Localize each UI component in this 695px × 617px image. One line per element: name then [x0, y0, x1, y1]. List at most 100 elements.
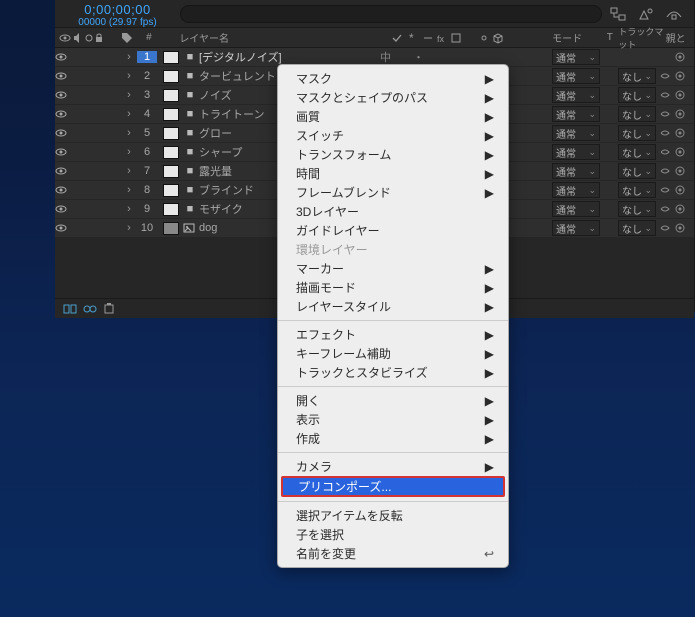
ctx-frame-blend[interactable]: フレームブレンド▶ — [278, 183, 508, 202]
layer-color-swatch[interactable] — [163, 89, 179, 102]
visibility-toggle[interactable] — [55, 70, 69, 82]
layer-name-label[interactable]: [デジタルノイズ] — [197, 49, 380, 65]
layer-color-swatch[interactable] — [163, 203, 179, 216]
ctx-camera[interactable]: カメラ▶ — [278, 457, 508, 476]
visibility-toggle[interactable] — [55, 184, 69, 196]
track-matte-dropdown[interactable]: なし⌄ — [618, 220, 656, 236]
pickwhip-icon[interactable] — [659, 108, 671, 120]
pickwhip-icon[interactable] — [674, 108, 694, 120]
toggle-modes-icon[interactable] — [83, 303, 97, 315]
t-header[interactable]: T — [601, 32, 618, 43]
twirl-arrow-icon[interactable]: › — [123, 89, 135, 101]
twirl-arrow-icon[interactable]: › — [123, 165, 135, 177]
blend-mode-dropdown[interactable]: 通常⌄ — [552, 49, 600, 65]
ctx-quality[interactable]: 画質▶ — [278, 107, 508, 126]
pickwhip-icon[interactable] — [674, 89, 694, 101]
ctx-precompose[interactable]: プリコンポーズ... — [281, 476, 505, 497]
track-matte-dropdown[interactable]: なし⌄ — [618, 68, 656, 84]
blend-mode-dropdown[interactable]: 通常⌄ — [552, 182, 600, 198]
trackmatte-header[interactable]: トラックマット — [618, 25, 665, 51]
pickwhip-icon[interactable] — [659, 127, 671, 139]
blend-mode-dropdown[interactable]: 通常⌄ — [552, 144, 600, 160]
ctx-invert-selection[interactable]: 選択アイテムを反転 — [278, 506, 508, 525]
blend-mode-dropdown[interactable]: 通常⌄ — [552, 201, 600, 217]
track-matte-dropdown[interactable]: なし⌄ — [618, 106, 656, 122]
pickwhip-icon[interactable] — [659, 203, 671, 215]
pickwhip-icon[interactable] — [659, 146, 671, 158]
ctx-track-stabilize[interactable]: トラックとスタビライズ▶ — [278, 363, 508, 382]
twirl-arrow-icon[interactable]: › — [123, 70, 135, 82]
ctx-switches[interactable]: スイッチ▶ — [278, 126, 508, 145]
visibility-toggle[interactable] — [55, 165, 69, 177]
pickwhip-icon[interactable] — [659, 165, 671, 177]
blend-mode-dropdown[interactable]: 通常⌄ — [552, 68, 600, 84]
twirl-arrow-icon[interactable]: › — [123, 108, 135, 120]
pickwhip-icon[interactable] — [674, 127, 694, 139]
pickwhip-icon[interactable] — [674, 184, 694, 196]
ctx-create[interactable]: 作成▶ — [278, 429, 508, 448]
ctx-layer-style[interactable]: レイヤースタイル▶ — [278, 297, 508, 316]
ctx-kf-assist[interactable]: キーフレーム補助▶ — [278, 344, 508, 363]
pickwhip-icon[interactable] — [674, 51, 694, 63]
frame-blend-icon[interactable] — [103, 303, 115, 315]
layer-color-swatch[interactable] — [163, 70, 179, 83]
toggle-switches-icon[interactable] — [63, 303, 77, 315]
track-matte-dropdown[interactable]: なし⌄ — [618, 163, 656, 179]
visibility-toggle[interactable] — [55, 127, 69, 139]
pickwhip-icon[interactable] — [674, 146, 694, 158]
pickwhip-icon[interactable] — [659, 70, 671, 82]
render-settings-icon[interactable] — [638, 7, 654, 21]
pickwhip-icon[interactable] — [674, 222, 694, 234]
visibility-toggle[interactable] — [55, 203, 69, 215]
layer-color-swatch[interactable] — [163, 108, 179, 121]
layer-color-swatch[interactable] — [163, 165, 179, 178]
pickwhip-icon[interactable] — [674, 165, 694, 177]
blend-mode-dropdown[interactable]: 通常⌄ — [552, 125, 600, 141]
ctx-open[interactable]: 開く▶ — [278, 391, 508, 410]
ctx-guide-layer[interactable]: ガイドレイヤー — [278, 221, 508, 240]
ctx-mask[interactable]: マスク▶ — [278, 69, 508, 88]
shy-icon[interactable] — [666, 7, 682, 21]
visibility-toggle[interactable] — [55, 108, 69, 120]
twirl-arrow-icon[interactable]: › — [123, 222, 135, 234]
visibility-toggle[interactable] — [55, 89, 69, 101]
blend-mode-dropdown[interactable]: 通常⌄ — [552, 87, 600, 103]
ctx-mask-shape[interactable]: マスクとシェイプのパス▶ — [278, 88, 508, 107]
layername-header[interactable]: レイヤー名 — [176, 30, 389, 45]
track-matte-dropdown[interactable]: なし⌄ — [618, 201, 656, 217]
index-header[interactable]: # — [140, 32, 157, 43]
track-matte-dropdown[interactable]: なし⌄ — [618, 182, 656, 198]
pickwhip-icon[interactable] — [659, 184, 671, 196]
blend-mode-dropdown[interactable]: 通常⌄ — [552, 220, 600, 236]
mode-header[interactable]: モード — [552, 30, 601, 45]
visibility-toggle[interactable] — [55, 222, 69, 234]
ctx-marker[interactable]: マーカー▶ — [278, 259, 508, 278]
blend-mode-dropdown[interactable]: 通常⌄ — [552, 106, 600, 122]
layer-color-swatch[interactable] — [163, 51, 179, 64]
pickwhip-icon[interactable] — [674, 203, 694, 215]
twirl-arrow-icon[interactable]: › — [123, 184, 135, 196]
pickwhip-icon[interactable] — [674, 70, 694, 82]
ctx-effect[interactable]: エフェクト▶ — [278, 325, 508, 344]
layer-color-swatch[interactable] — [163, 222, 179, 235]
visibility-toggle[interactable] — [55, 146, 69, 158]
ctx-rename[interactable]: 名前を変更↩ — [278, 544, 508, 563]
pickwhip-icon[interactable] — [659, 222, 671, 234]
layer-color-swatch[interactable] — [163, 127, 179, 140]
layer-color-swatch[interactable] — [163, 146, 179, 159]
layer-color-swatch[interactable] — [163, 184, 179, 197]
ctx-3d-layer[interactable]: 3Dレイヤー — [278, 202, 508, 221]
ctx-select-children[interactable]: 子を選択 — [278, 525, 508, 544]
twirl-arrow-icon[interactable]: › — [123, 203, 135, 215]
comp-flow-icon[interactable] — [610, 7, 626, 21]
ctx-blend-mode[interactable]: 描画モード▶ — [278, 278, 508, 297]
blend-mode-dropdown[interactable]: 通常⌄ — [552, 163, 600, 179]
track-matte-dropdown[interactable]: なし⌄ — [618, 125, 656, 141]
ctx-transform[interactable]: トランスフォーム▶ — [278, 145, 508, 164]
timecode-display[interactable]: 0;00;00;00 00000 (29.97 fps) — [55, 0, 180, 28]
ctx-reveal[interactable]: 表示▶ — [278, 410, 508, 429]
ctx-time[interactable]: 時間▶ — [278, 164, 508, 183]
track-matte-dropdown[interactable]: なし⌄ — [618, 144, 656, 160]
parent-header[interactable]: 親と — [666, 30, 694, 45]
twirl-arrow-icon[interactable]: › — [123, 51, 135, 63]
